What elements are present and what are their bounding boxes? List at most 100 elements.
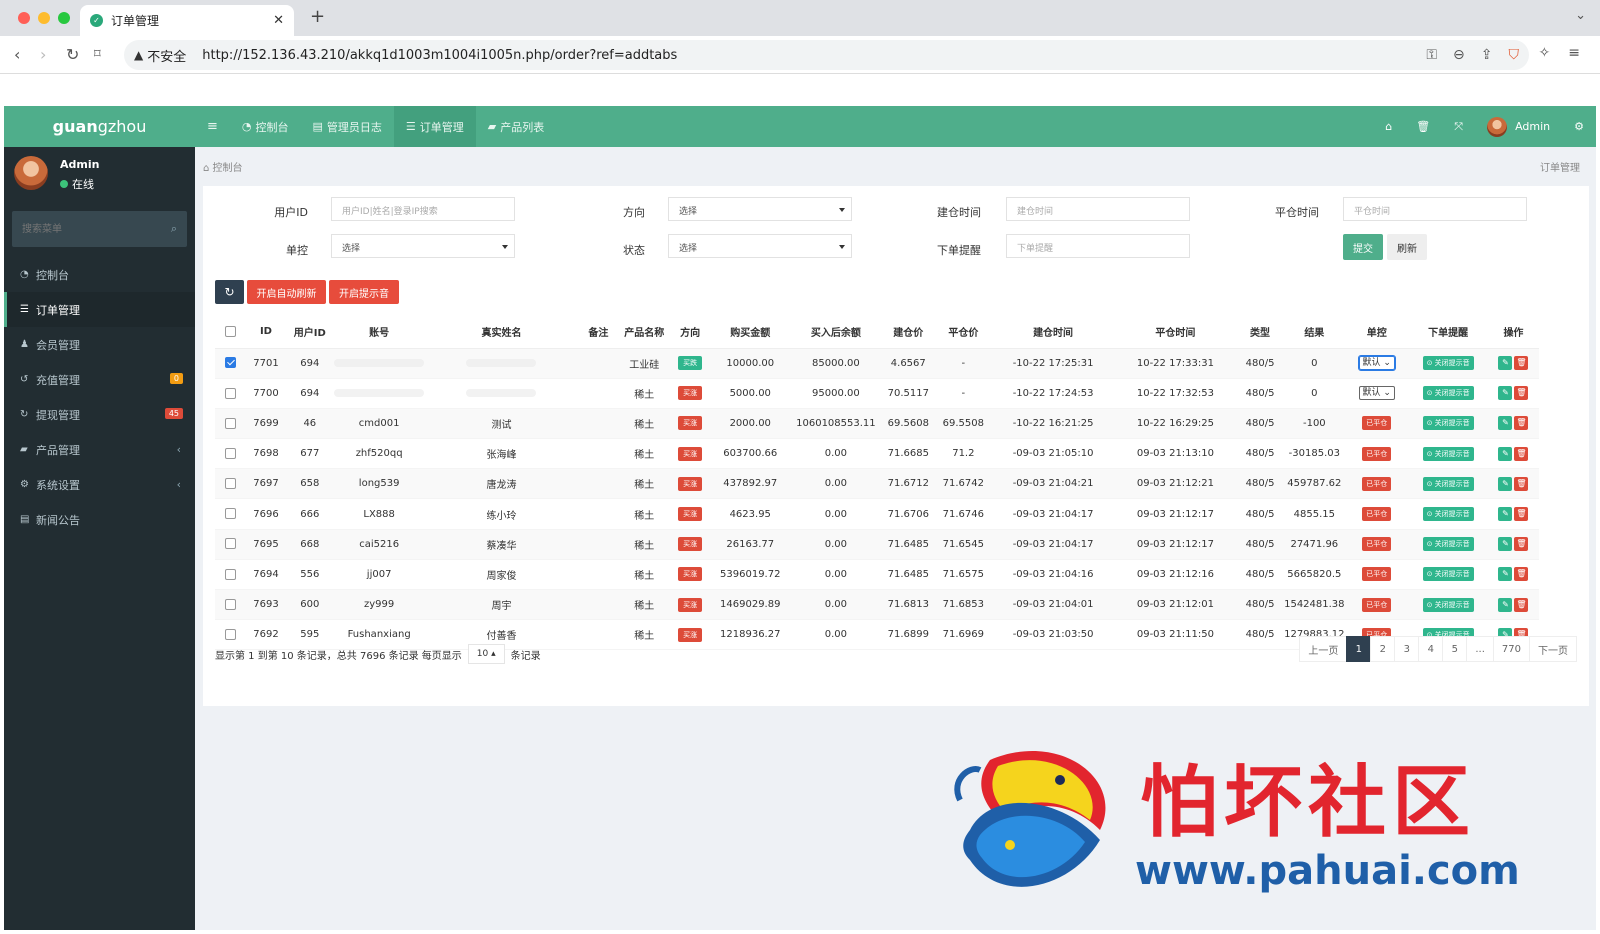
home-icon[interactable]: ⌂	[1373, 120, 1404, 133]
edit-icon[interactable]: ✎	[1498, 597, 1513, 612]
row-checkbox[interactable]	[224, 447, 236, 459]
remind-toggle-button[interactable]: ⊙ 关闭提示音	[1422, 537, 1474, 552]
settings-gear-icon[interactable]: ⚙	[1562, 120, 1596, 133]
remind-toggle-button[interactable]: ⊙ 关闭提示音	[1422, 597, 1474, 612]
key-icon[interactable]: ⚿	[1426, 47, 1437, 63]
zoom-out-icon[interactable]: ⊖	[1453, 47, 1465, 63]
column-header[interactable]: 建仓价	[881, 316, 935, 349]
table-row[interactable]: 7700 694 稀土 买涨 5000.00 95000.00 70.5117- -10-22…	[215, 378, 1539, 409]
row-checkbox[interactable]	[224, 508, 236, 520]
edit-icon[interactable]: ✎	[1498, 476, 1513, 491]
page-button[interactable]: 5	[1442, 636, 1468, 662]
row-checkbox[interactable]	[224, 538, 236, 550]
filter-direction-select[interactable]: 选择	[668, 197, 852, 221]
column-header[interactable]: 类型	[1236, 316, 1284, 349]
page-button[interactable]: 4	[1418, 636, 1444, 662]
delete-icon[interactable]: 🗑	[1514, 416, 1529, 431]
top-tab-2[interactable]: ☰ 订单管理	[393, 106, 476, 147]
page-button[interactable]: 3	[1394, 636, 1420, 662]
column-header[interactable]: 备注	[577, 316, 619, 349]
edit-icon[interactable]: ✎	[1498, 416, 1513, 431]
delete-icon[interactable]: 🗑	[1514, 446, 1529, 461]
browser-tab[interactable]: ✓ 订单管理 ✕	[80, 5, 294, 36]
fullscreen-icon[interactable]: ⤧	[1442, 120, 1475, 134]
auto-refresh-button[interactable]: 开启自动刷新	[247, 280, 326, 304]
remind-toggle-button[interactable]: ⊙ 关闭提示音	[1422, 356, 1474, 371]
table-row[interactable]: 7697 658 long539 唐龙涛 稀土 买涨 437892.97 0.00 71.671…	[215, 468, 1539, 500]
delete-icon[interactable]: 🗑	[1514, 386, 1529, 401]
row-checkbox[interactable]	[224, 629, 236, 641]
sidebar-item-4[interactable]: ↻ 提现管理 45	[4, 397, 195, 432]
control-select[interactable]: 默认 ⌄	[1358, 386, 1395, 401]
edit-icon[interactable]: ✎	[1498, 356, 1513, 371]
control-select[interactable]: 默认 ⌄	[1357, 355, 1396, 372]
table-row[interactable]: 7699 46 cmd001 测试 稀土 买涨 2000.00 1060108553.11 69…	[215, 408, 1539, 440]
row-checkbox[interactable]	[224, 598, 236, 610]
page-button[interactable]: 770	[1492, 636, 1530, 662]
column-header[interactable]: 平仓时间	[1114, 316, 1237, 349]
delete-icon[interactable]: 🗑	[1514, 597, 1529, 612]
refresh-icon[interactable]: ↻	[215, 280, 244, 304]
sidebar-item-2[interactable]: ♟ 会员管理	[4, 327, 195, 362]
filter-remind-input[interactable]: 下单提醒	[1006, 234, 1190, 258]
bookmark-icon[interactable]: ⌑	[94, 47, 101, 62]
delete-icon[interactable]: 🗑	[1514, 567, 1529, 582]
logo[interactable]: guan gzhou	[4, 106, 195, 147]
reload-icon[interactable]: ↻	[66, 45, 79, 64]
zoom-window-button[interactable]	[58, 12, 70, 24]
sidebar-item-5[interactable]: ▰ 产品管理 ‹	[4, 432, 195, 467]
column-header[interactable]: ID	[245, 316, 287, 349]
brave-shield-icon[interactable]: ⛉	[1509, 47, 1520, 63]
top-tab-0[interactable]: ◔ 控制台	[230, 106, 301, 147]
column-header[interactable]: 建仓时间	[991, 316, 1115, 349]
top-tab-3[interactable]: ▰ 产品列表	[476, 106, 556, 147]
remind-toggle-button[interactable]: ⊙ 关闭提示音	[1422, 416, 1474, 431]
select-all-checkbox[interactable]	[224, 326, 236, 337]
column-header[interactable]: 账号	[333, 316, 426, 349]
table-row[interactable]: 7694 556 jj007 周家俊 稀土 买涨 5396019.72 0.00 71.6485…	[215, 559, 1539, 591]
sidebar-item-7[interactable]: ▤ 新闻公告	[4, 502, 195, 537]
sidebar-item-3[interactable]: ↺ 充值管理 0	[4, 362, 195, 397]
menu-search-input[interactable]	[12, 211, 187, 247]
page-button[interactable]: ...	[1466, 636, 1494, 662]
search-icon[interactable]: ⌕	[171, 222, 177, 236]
edit-icon[interactable]: ✎	[1498, 446, 1513, 461]
extensions-icon[interactable]: ✧	[1539, 45, 1551, 61]
page-button[interactable]: 1	[1346, 636, 1372, 662]
column-header[interactable]: 真实姓名	[425, 316, 578, 349]
remind-toggle-button[interactable]: ⊙ 关闭提示音	[1422, 507, 1474, 522]
edit-icon[interactable]: ✎	[1498, 386, 1513, 401]
column-header[interactable]: 方向	[669, 316, 711, 349]
breadcrumb-home[interactable]: ⌂ 控制台	[203, 159, 243, 174]
table-row[interactable]: 7693 600 zy999 周宇 稀土 买涨 1469029.89 0.00 71.6813 7…	[215, 589, 1539, 621]
column-header[interactable]: 用户ID	[286, 316, 334, 349]
column-header[interactable]: 下单提醒	[1408, 316, 1488, 349]
tab-list-chevron-icon[interactable]: ⌄	[1575, 8, 1586, 23]
table-row[interactable]: 7695 668 cai5216 蔡凑华 稀土 买涨 26163.77 0.00 71.6485…	[215, 529, 1539, 560]
row-checkbox[interactable]	[224, 417, 236, 429]
menu-icon[interactable]: ≡	[1568, 45, 1580, 61]
reset-button[interactable]: 刷新	[1387, 234, 1427, 260]
column-header[interactable]: 产品名称	[618, 316, 670, 349]
sidebar-item-6[interactable]: ⚙ 系统设置 ‹	[4, 467, 195, 502]
minimize-window-button[interactable]	[38, 12, 50, 24]
remind-toggle-button[interactable]: ⊙ 关闭提示音	[1422, 446, 1474, 461]
sound-button[interactable]: 开启提示音	[329, 280, 399, 304]
top-tab-1[interactable]: ▤ 管理员日志	[301, 106, 394, 147]
remind-toggle-button[interactable]: ⊙ 关闭提示音	[1422, 476, 1474, 491]
column-header[interactable]: 买入后余额	[790, 316, 882, 349]
edit-icon[interactable]: ✎	[1498, 567, 1513, 582]
column-header[interactable]: 结果	[1283, 316, 1346, 349]
sidebar-toggle-icon[interactable]: ≡	[195, 106, 230, 147]
remind-toggle-button[interactable]: ⊙ 关闭提示音	[1422, 567, 1474, 582]
prev-page-button[interactable]: 上一页	[1299, 636, 1348, 662]
row-checkbox[interactable]	[224, 478, 236, 490]
next-page-button[interactable]: 下一页	[1529, 636, 1577, 662]
forward-icon[interactable]: ›	[40, 45, 46, 64]
filter-control-select[interactable]: 选择	[331, 234, 515, 258]
row-checkbox[interactable]	[224, 568, 236, 580]
table-row[interactable]: 7701 694 工业硅 买跌 10000.00 85000.00 4.6567- -10-2…	[215, 348, 1539, 379]
column-header[interactable]: 操作	[1487, 316, 1539, 349]
remind-toggle-button[interactable]: ⊙ 关闭提示音	[1422, 386, 1474, 401]
table-row[interactable]: 7696 666 LX888 练小玲 稀土 买涨 4623.95 0.00 71.6706 71.…	[215, 498, 1539, 530]
